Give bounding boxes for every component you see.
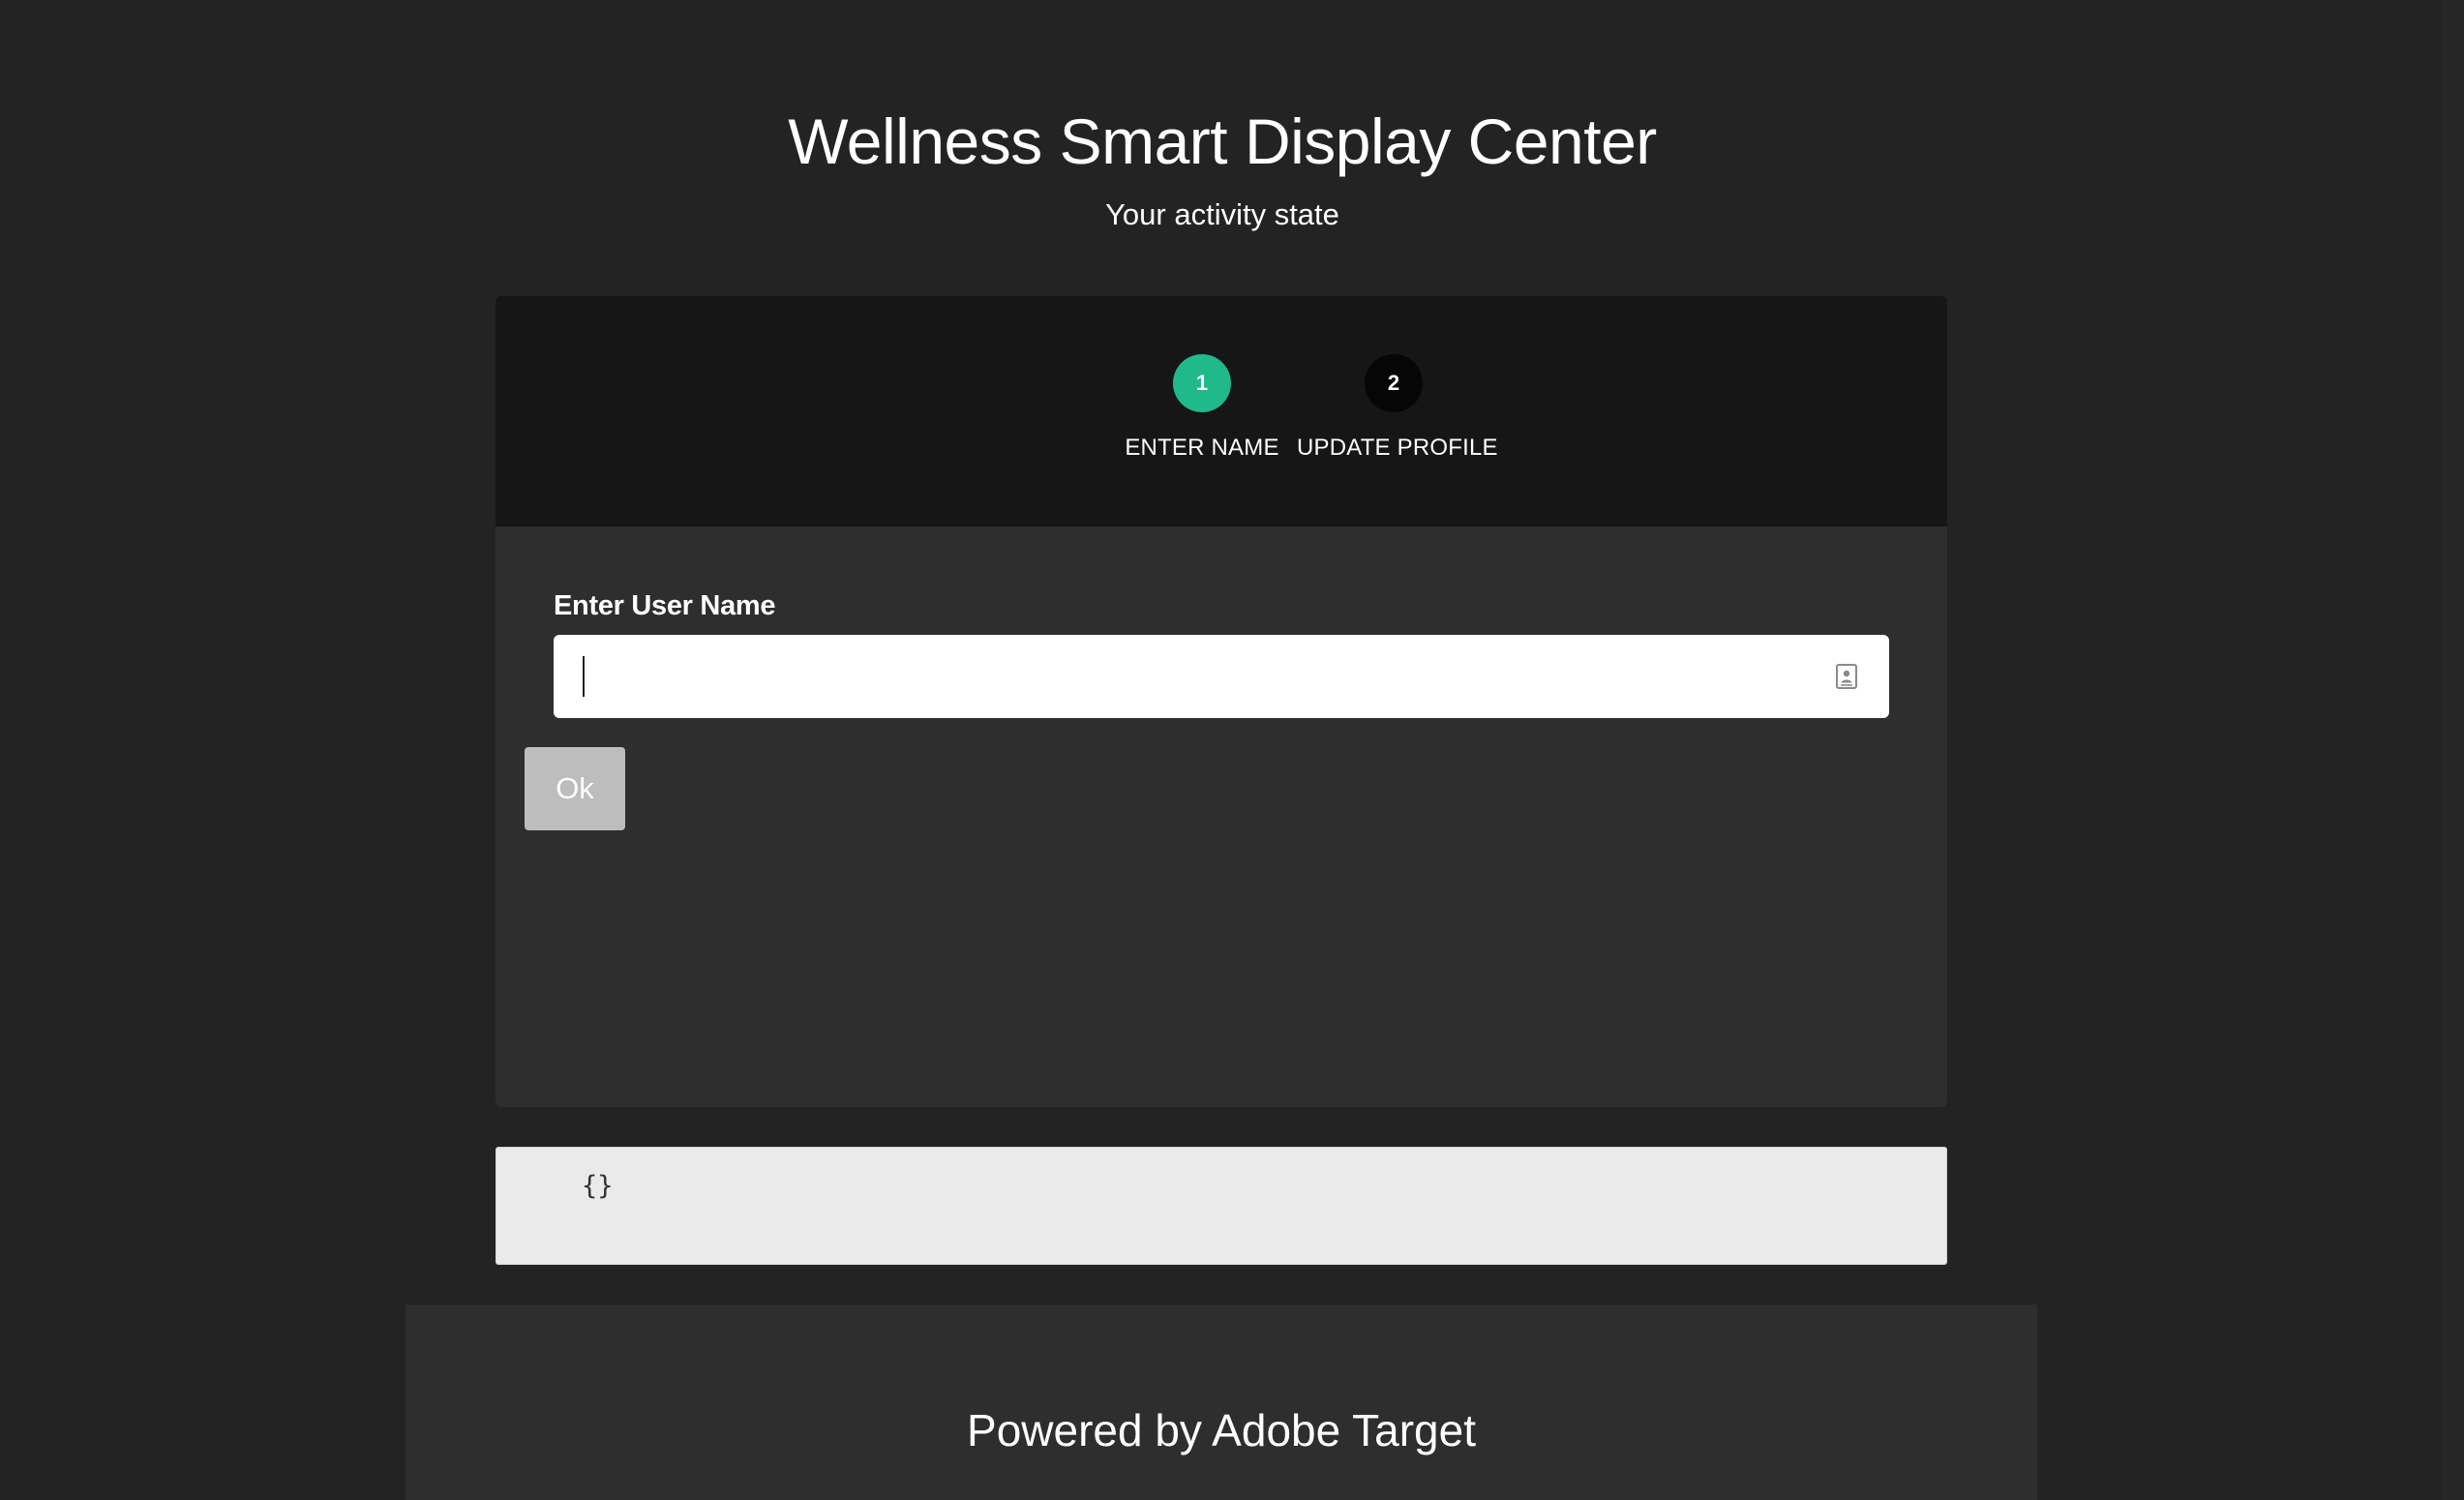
step-number-badge: 2 bbox=[1365, 354, 1423, 412]
contact-card-icon[interactable] bbox=[1833, 663, 1860, 690]
json-output-text: {} bbox=[582, 1171, 614, 1201]
step-update-profile[interactable]: 2 UPDATE PROFILE bbox=[1297, 354, 1498, 463]
username-label: Enter User Name bbox=[554, 590, 776, 621]
step-number-badge: 1 bbox=[1173, 354, 1231, 412]
step-label: ENTER NAME bbox=[1125, 435, 1279, 461]
page-scrollbar[interactable] bbox=[2444, 0, 2464, 1500]
username-field[interactable] bbox=[554, 635, 1889, 718]
username-input[interactable] bbox=[554, 635, 1812, 718]
footer-text: Powered by Adobe Target bbox=[967, 1405, 1476, 1455]
page: Wellness Smart Display Center Your activ… bbox=[0, 0, 2464, 1500]
page-title: Wellness Smart Display Center bbox=[788, 105, 1657, 177]
json-output-box: {} bbox=[496, 1147, 1947, 1265]
page-subtitle: Your activity state bbox=[1105, 197, 1339, 231]
step-label: UPDATE PROFILE bbox=[1297, 435, 1498, 461]
stepper: 1 ENTER NAME 2 UPDATE PROFILE bbox=[496, 296, 1947, 526]
ok-button[interactable]: Ok bbox=[525, 747, 625, 830]
footer: Powered by Adobe Target bbox=[406, 1305, 2037, 1500]
step-enter-name[interactable]: 1 ENTER NAME bbox=[1105, 354, 1299, 463]
wizard-card: 1 ENTER NAME 2 UPDATE PROFILE Enter User… bbox=[496, 296, 1947, 1107]
text-caret bbox=[583, 656, 585, 697]
